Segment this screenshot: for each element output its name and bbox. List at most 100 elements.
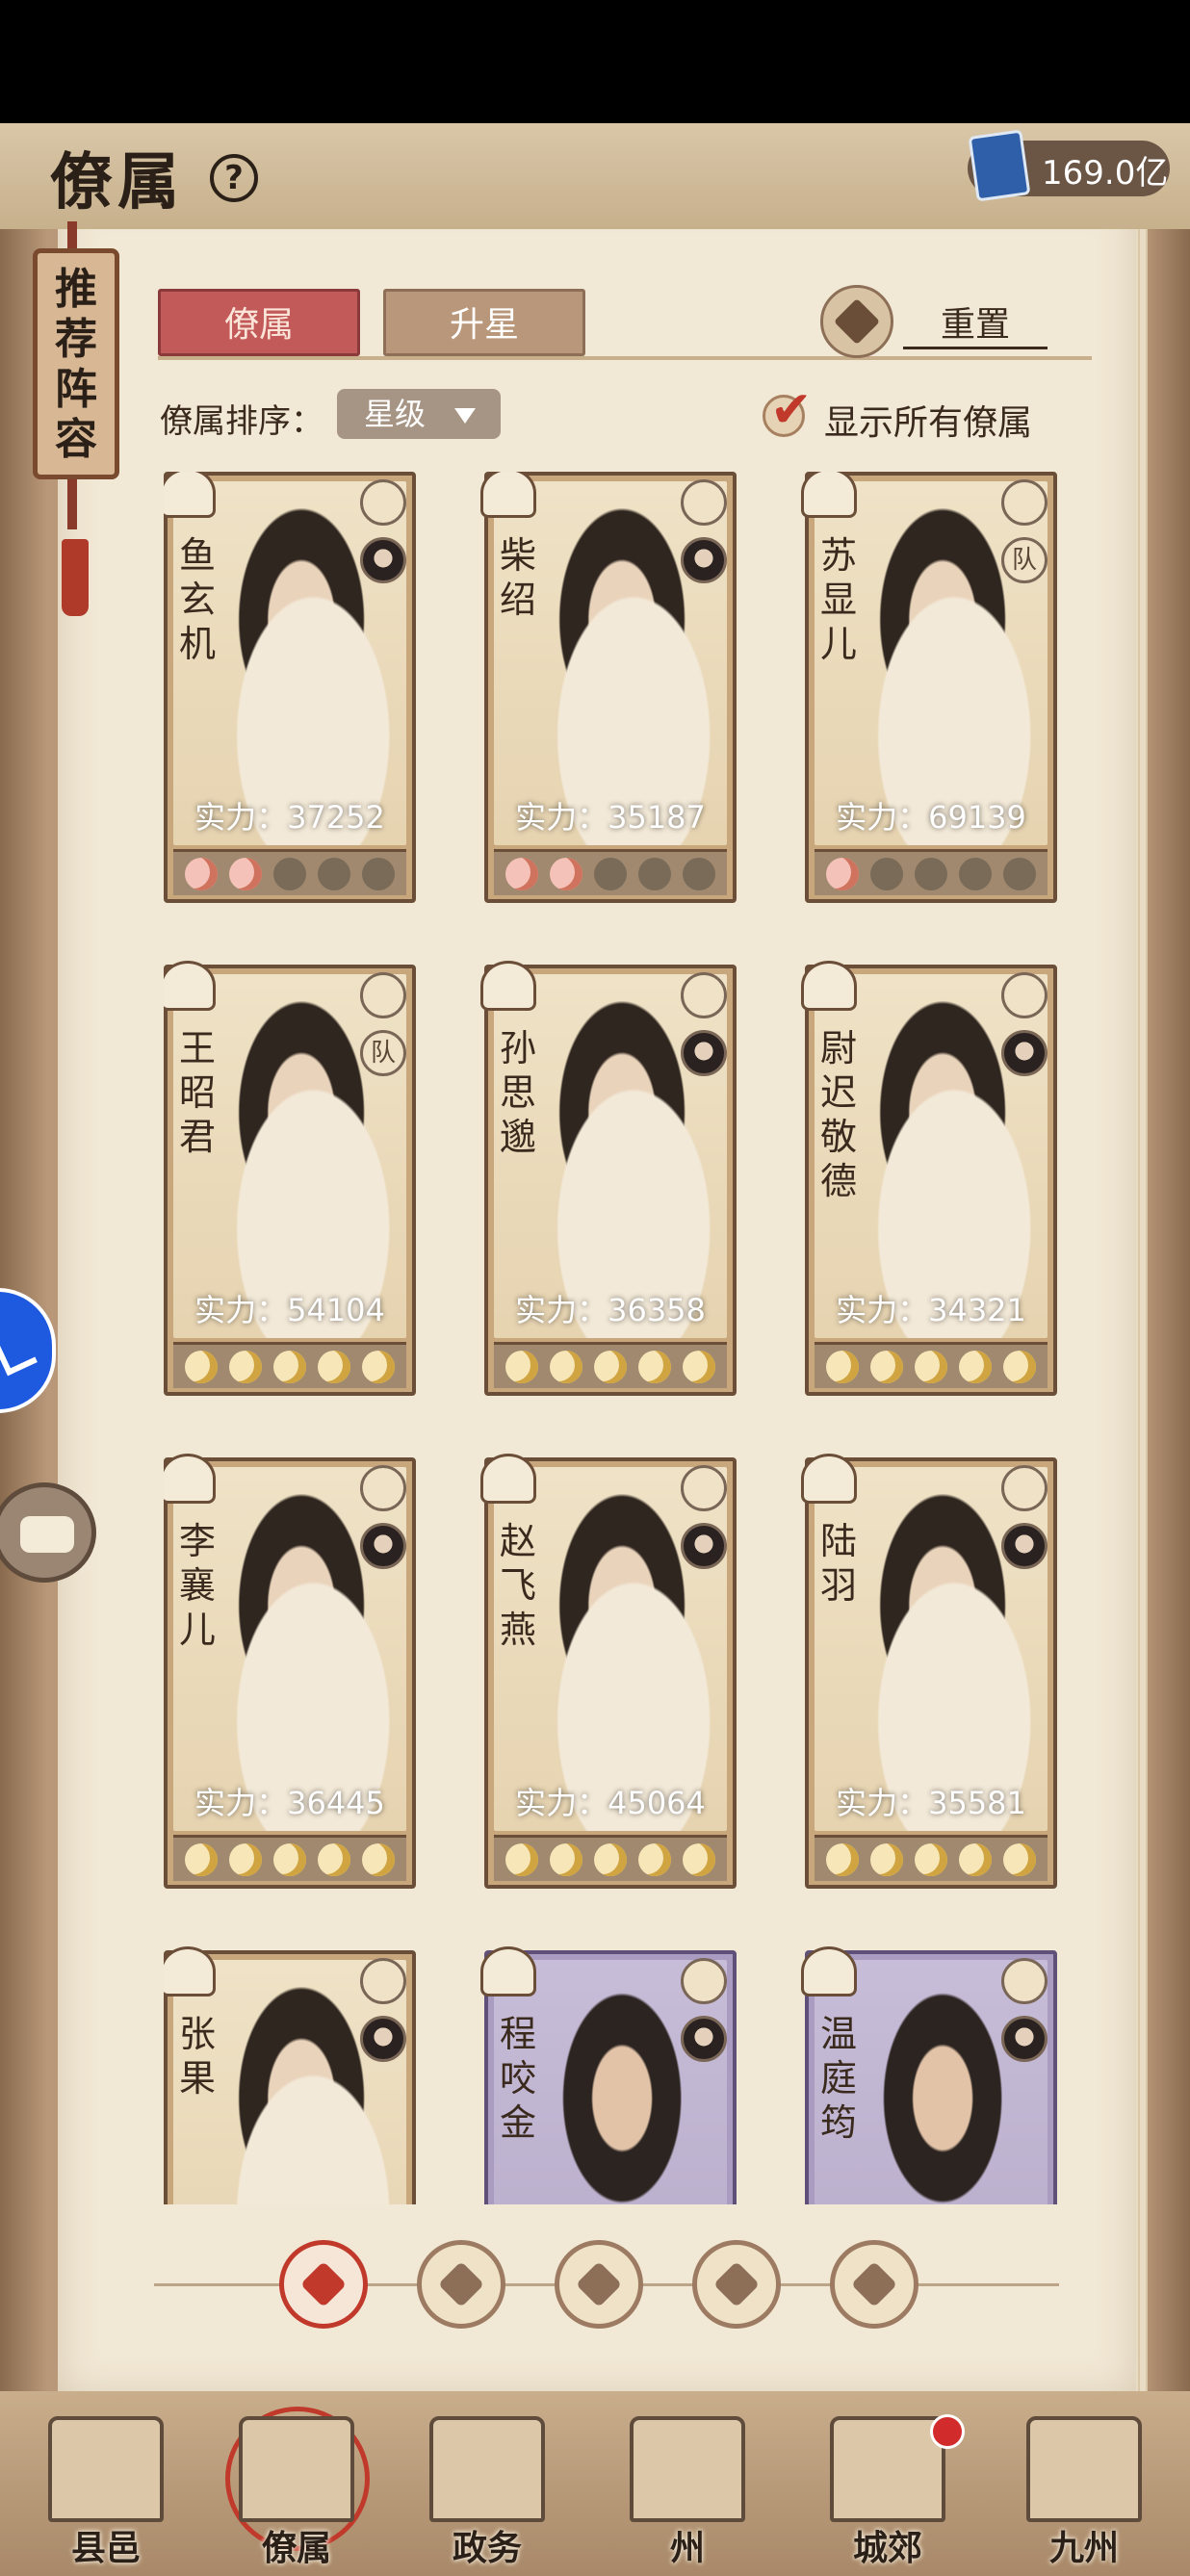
nav-label: 僚属 (261, 2528, 331, 2568)
county-icon (48, 2416, 164, 2522)
star-filled-icon (826, 857, 859, 890)
avatar-icon (681, 1030, 727, 1076)
tab-star-up[interactable]: 升星 (383, 289, 585, 356)
card-name: 孙思邈 (499, 1027, 536, 1158)
avatar-icon (360, 537, 406, 583)
subordinate-card[interactable]: 李襄儿实力：36445 (164, 1454, 416, 1889)
filter-scholar-button[interactable] (417, 2240, 505, 2329)
tab-subordinates[interactable]: 僚属 (158, 289, 360, 356)
filter-fan-button[interactable] (692, 2240, 781, 2329)
nav-label: 九州 (1048, 2528, 1119, 2568)
star-filled-icon (273, 1842, 306, 1876)
nav-nine-states[interactable]: 九州 (1007, 2407, 1161, 2570)
subordinate-card[interactable]: 陆羽实力：35581 (801, 1454, 1057, 1889)
scholar-icon (437, 2260, 485, 2308)
reset-button[interactable]: 重置 (903, 296, 1048, 349)
avatar-icon (681, 537, 727, 583)
star-filled-icon (185, 1350, 218, 1383)
star-empty-icon (362, 857, 395, 890)
star-filled-icon (638, 1350, 671, 1383)
element-icon (1001, 1958, 1048, 2004)
question-icon[interactable]: ? (210, 154, 258, 202)
currency-value: 169.0亿 (1042, 154, 1169, 193)
star-filled-icon (185, 1842, 218, 1876)
subordinate-card[interactable]: 鱼玄机实力：37252 (164, 472, 416, 903)
sort-dropdown[interactable]: 星级 (337, 389, 501, 439)
star-row (173, 1342, 406, 1388)
star-filled-icon (959, 1842, 992, 1876)
subordinate-card[interactable]: 柴绍实力：35187 (480, 472, 737, 903)
reset-icon[interactable] (820, 285, 893, 358)
card-power: 实力：54104 (194, 1292, 385, 1328)
card-name: 程咬金 (499, 2013, 536, 2144)
card-name: 苏显儿 (819, 534, 857, 665)
tab-underline (158, 356, 1092, 360)
star-row (494, 849, 727, 895)
type-icon (480, 472, 536, 518)
team-badge: 队 (1001, 537, 1048, 583)
show-all-label[interactable]: 显示所有僚属 (824, 395, 1032, 445)
star-empty-icon (273, 857, 306, 890)
element-icon (360, 1465, 406, 1511)
prefecture-icon (630, 2416, 745, 2522)
star-filled-icon (505, 1842, 538, 1876)
subordinate-card[interactable]: 队 王昭君实力：54104 (164, 961, 416, 1396)
banner-text: 推荐阵容 (55, 265, 97, 464)
star-filled-icon (550, 1350, 582, 1383)
subordinate-grid: 鱼玄机实力：37252 柴绍实力：35187 队苏显儿实力：69139 队王昭君实力：… (164, 472, 1059, 2204)
star-empty-icon (1003, 857, 1036, 890)
type-icon (480, 961, 536, 1011)
element-icon (360, 479, 406, 526)
star-filled-icon (505, 1350, 538, 1383)
star-filled-icon (318, 1842, 350, 1876)
star-filled-icon (915, 1842, 947, 1876)
subordinate-card[interactable]: 温庭筠 (801, 1946, 1057, 2204)
checkmark-icon: ✔ (770, 381, 813, 439)
filter-gourd-button[interactable] (555, 2240, 643, 2329)
star-empty-icon (959, 857, 992, 890)
type-icon (480, 1454, 536, 1504)
nav-county[interactable]: 县邑 (29, 2407, 183, 2570)
subordinate-card[interactable]: 张果 (164, 1946, 416, 2204)
card-name: 鱼玄机 (178, 534, 216, 665)
avatar-icon (681, 2016, 727, 2062)
star-filled-icon (229, 1842, 262, 1876)
nav-label: 城郊 (852, 2528, 922, 2568)
subordinate-card[interactable]: 孙思邈实力：36358 (480, 961, 737, 1396)
star-row (815, 1835, 1048, 1881)
element-icon (1001, 972, 1048, 1018)
status-bar-area (0, 0, 1190, 123)
star-filled-icon (362, 1350, 395, 1383)
star-row (173, 849, 406, 895)
star-filled-icon (594, 1350, 627, 1383)
subordinate-card[interactable]: 队 苏显儿实力：69139 (801, 472, 1057, 903)
star-empty-icon (915, 857, 947, 890)
card-power: 实力：35187 (515, 799, 706, 836)
team-badge: 队 (360, 1030, 406, 1076)
gourd-icon (575, 2260, 623, 2308)
subordinate-card[interactable]: 赵飞燕实力：45064 (480, 1454, 737, 1889)
card-name: 尉迟敬德 (819, 1027, 857, 1202)
type-icon (801, 1454, 857, 1504)
nav-affairs[interactable]: 政务 (410, 2407, 564, 2570)
subordinate-card[interactable]: 程咬金 (480, 1946, 737, 2204)
card-power: 实力：36358 (515, 1292, 706, 1328)
card-name: 柴绍 (499, 534, 536, 621)
type-icon (164, 1946, 216, 1996)
beast-icon (850, 2260, 898, 2308)
star-filled-icon (229, 857, 262, 890)
nav-subordinates[interactable]: 僚属 (220, 2407, 374, 2570)
page-title: 僚属 (50, 146, 185, 219)
fan-icon (712, 2260, 761, 2308)
star-filled-icon (683, 1350, 715, 1383)
card-name: 王昭君 (178, 1027, 216, 1158)
element-icon (681, 1958, 727, 2004)
star-filled-icon (683, 1842, 715, 1876)
star-row (494, 1342, 727, 1388)
nav-label: 州 (669, 2528, 705, 2568)
filter-all-button[interactable] (279, 2240, 368, 2329)
subordinate-card[interactable]: 尉迟敬德实力：34321 (801, 961, 1057, 1396)
filter-beast-button[interactable] (830, 2240, 918, 2329)
nav-prefecture[interactable]: 州 (610, 2407, 764, 2570)
type-icon (164, 961, 216, 1011)
